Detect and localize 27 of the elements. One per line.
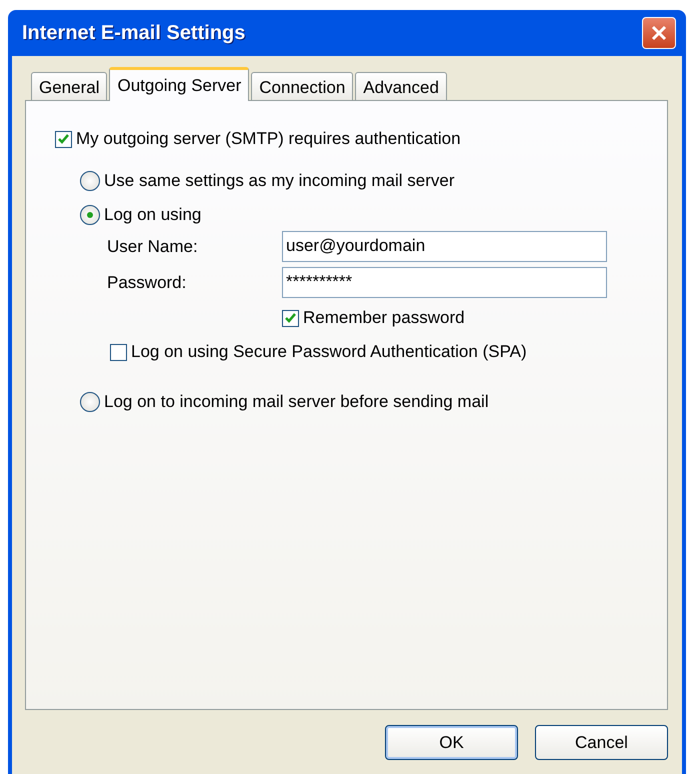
tab[interactable]: Advanced bbox=[355, 72, 447, 100]
input-field[interactable]: ********** bbox=[282, 267, 607, 298]
radio-button[interactable] bbox=[80, 392, 100, 412]
tab[interactable]: Outgoing Server bbox=[109, 67, 250, 101]
checkbox-label[interactable]: Log on using Secure Password Authentication (SPA) bbox=[131, 342, 527, 362]
checkbox[interactable] bbox=[55, 130, 72, 148]
close-icon bbox=[650, 24, 668, 42]
ok-button[interactable]: OK bbox=[385, 725, 518, 760]
checkbox[interactable] bbox=[282, 310, 299, 326]
checkbox-label[interactable]: My outgoing server (SMTP) requires authentication bbox=[76, 129, 461, 149]
tab[interactable]: General bbox=[31, 72, 108, 100]
radio-button[interactable] bbox=[80, 205, 100, 225]
cancel-button[interactable]: Cancel bbox=[535, 725, 668, 760]
field-label: User Name: bbox=[107, 236, 199, 256]
checkbox-label[interactable]: Remember password bbox=[303, 308, 465, 328]
radio-label[interactable]: Log on using bbox=[104, 205, 202, 225]
input-field[interactable]: user@yourdomain bbox=[282, 231, 607, 262]
checkbox[interactable] bbox=[110, 344, 127, 360]
radio-button[interactable] bbox=[80, 171, 100, 191]
field-label: Password: bbox=[107, 272, 188, 292]
radio-label[interactable]: Log on to incoming mail server before sending mail bbox=[104, 392, 489, 412]
close-button[interactable] bbox=[642, 17, 676, 49]
radio-label[interactable]: Use same settings as my incoming mail server bbox=[104, 171, 455, 191]
tab[interactable]: Connection bbox=[251, 72, 354, 100]
check-icon bbox=[284, 312, 297, 324]
window-title: Internet E-mail Settings bbox=[22, 22, 246, 44]
check-icon bbox=[57, 132, 70, 146]
